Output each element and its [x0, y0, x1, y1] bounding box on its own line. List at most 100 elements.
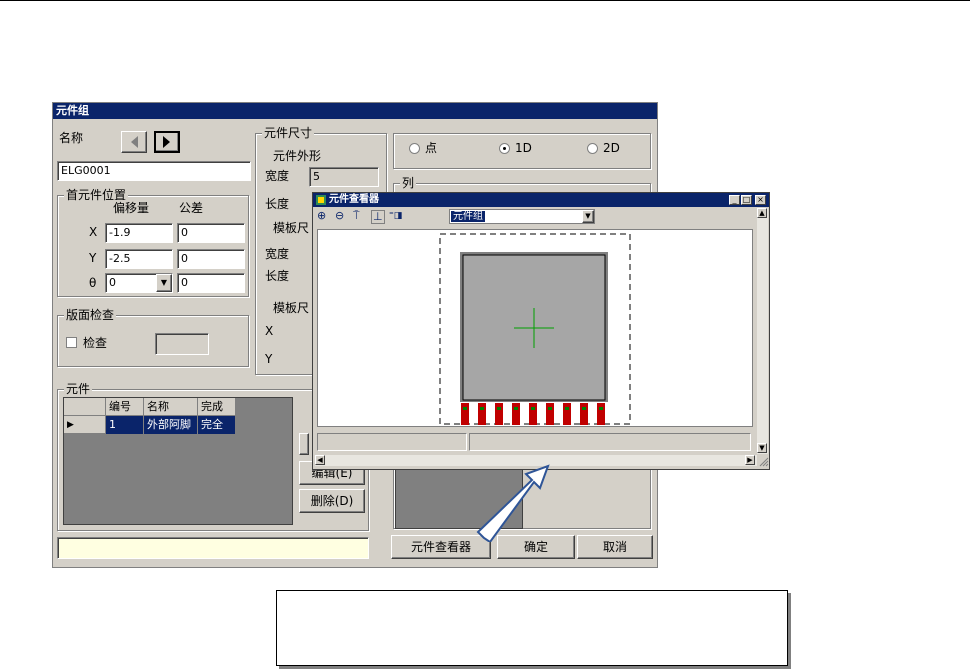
width-value: 5 — [309, 167, 379, 187]
check-checkbox[interactable] — [66, 337, 77, 348]
radio-1d-label: 1D — [515, 141, 532, 155]
viewer-app-icon — [316, 195, 326, 205]
size-y-label: Y — [265, 352, 273, 366]
window-title: 元件组 — [53, 103, 657, 119]
callout-arrow — [476, 464, 550, 542]
size-x-label: X — [265, 324, 274, 338]
theta-tolerance-input[interactable]: 0 — [177, 273, 245, 293]
viewer-combo-value: 元件组 — [451, 211, 485, 222]
y-offset-input[interactable]: -2.5 — [105, 249, 173, 269]
pin-8 — [580, 403, 588, 425]
next-button[interactable] — [154, 131, 180, 153]
tolerance-header: 公差 — [179, 201, 204, 215]
row-pointer-icon: ▶ — [64, 416, 106, 434]
pin-2-mark — [480, 407, 484, 410]
scroll-left-icon[interactable]: ◀ — [315, 455, 325, 465]
x-offset-input[interactable]: -1.9 — [105, 223, 173, 243]
board-check-title: 版面检查 — [64, 308, 117, 322]
pin-9-mark — [599, 407, 603, 410]
pin-8-mark — [582, 407, 586, 410]
minimize-icon[interactable]: _ — [729, 195, 740, 205]
width2-label: 宽度 — [265, 247, 290, 261]
select-icon[interactable]: ⁼◨ — [389, 210, 402, 222]
maximize-icon[interactable]: □ — [741, 195, 752, 205]
check-value-field — [155, 333, 209, 355]
pin-2 — [478, 403, 486, 425]
scroll-down-icon[interactable]: ▼ — [757, 443, 767, 453]
zoom-in-icon[interactable]: ⊕ — [317, 210, 326, 222]
pin-4 — [512, 403, 520, 425]
viewer-title: 元件查看器 — [313, 193, 769, 207]
column-header-no[interactable]: 编号 — [106, 398, 144, 416]
resize-grip-icon[interactable] — [758, 456, 769, 467]
pin-5-mark — [531, 407, 535, 410]
offset-header: 偏移量 — [113, 201, 150, 215]
delete-button[interactable]: 删除(D) — [299, 489, 365, 513]
filter-icon[interactable]: ⍑ — [353, 210, 360, 222]
pin-9 — [597, 403, 605, 425]
radio-point[interactable] — [409, 143, 420, 154]
zoom-out-icon[interactable]: ⊖ — [335, 210, 344, 222]
viewer-canvas[interactable] — [317, 229, 753, 427]
radio-2d[interactable] — [587, 143, 598, 154]
table-cell-no[interactable]: 1 — [106, 416, 144, 434]
pin-5 — [529, 403, 537, 425]
template-size-label-2: 模板尺 — [273, 301, 310, 315]
row-group-title: 列 — [400, 176, 417, 190]
viewer-title-text: 元件查看器 — [329, 194, 379, 205]
length-label: 长度 — [265, 197, 290, 211]
y-label: Y — [89, 251, 97, 265]
note-box — [276, 590, 788, 666]
close-icon[interactable]: × — [755, 195, 766, 205]
fit-icon[interactable]: ⊥ — [371, 210, 385, 224]
scroll-right-icon[interactable]: ▶ — [745, 455, 755, 465]
template-size-label: 模板尺 — [273, 221, 310, 235]
arrow-right-icon — [163, 136, 170, 148]
hidden-button[interactable] — [299, 433, 309, 455]
table-corner — [64, 398, 106, 416]
width-label: 宽度 — [265, 169, 290, 183]
table-cell-done[interactable]: 完全 — [198, 416, 236, 434]
pin-row — [461, 403, 605, 425]
theta-select[interactable]: 0 ▼ — [105, 273, 173, 293]
status-message-field — [57, 537, 369, 559]
pin-3 — [495, 403, 503, 425]
name-label: 名称 — [59, 131, 84, 145]
column-header-done[interactable]: 完成 — [198, 398, 236, 416]
first-position-title: 首元件位置 — [64, 188, 129, 202]
pin-3-mark — [497, 407, 501, 410]
arrow-left-icon — [131, 136, 138, 148]
cancel-button[interactable]: 取消 — [577, 535, 653, 559]
pin-4-mark — [514, 407, 518, 410]
scroll-up-icon[interactable]: ▲ — [757, 208, 767, 218]
vertical-scrollbar[interactable]: ▲ ▼ — [757, 208, 768, 454]
arrow-icon — [476, 464, 550, 542]
status-pane-1 — [317, 433, 467, 451]
pin-6 — [546, 403, 554, 425]
y-tolerance-input[interactable]: 0 — [177, 249, 245, 269]
table-cell-name[interactable]: 外部阿脚 — [144, 416, 198, 434]
pin-1-mark — [463, 407, 467, 410]
pin-7-mark — [565, 407, 569, 410]
name-input[interactable]: ELG0001 — [57, 161, 251, 181]
length2-label: 长度 — [265, 269, 290, 283]
elements-title: 元件 — [64, 382, 93, 396]
viewer-combo[interactable]: 元件组 ▼ — [449, 209, 595, 224]
x-tolerance-input[interactable]: 0 — [177, 223, 245, 243]
shape-label: 元件外形 — [273, 149, 322, 163]
chevron-down-icon[interactable]: ▼ — [156, 274, 172, 292]
theta-label: θ — [89, 276, 97, 290]
radio-2d-label: 2D — [603, 141, 620, 155]
pin-1 — [461, 403, 469, 425]
elements-table[interactable]: 编号 名称 完成 ▶ 1 外部阿脚 完全 — [63, 397, 293, 525]
radio-1d[interactable] — [499, 143, 510, 154]
x-label: X — [89, 225, 98, 239]
status-pane-2 — [469, 433, 751, 451]
component-drawing — [439, 233, 631, 425]
combo-chevron-down-icon[interactable]: ▼ — [582, 210, 594, 223]
prev-button[interactable] — [121, 131, 147, 153]
check-label: 检查 — [83, 336, 108, 350]
page-top-rule — [0, 0, 970, 1]
radio-point-label: 点 — [425, 141, 438, 155]
column-header-name[interactable]: 名称 — [144, 398, 198, 416]
